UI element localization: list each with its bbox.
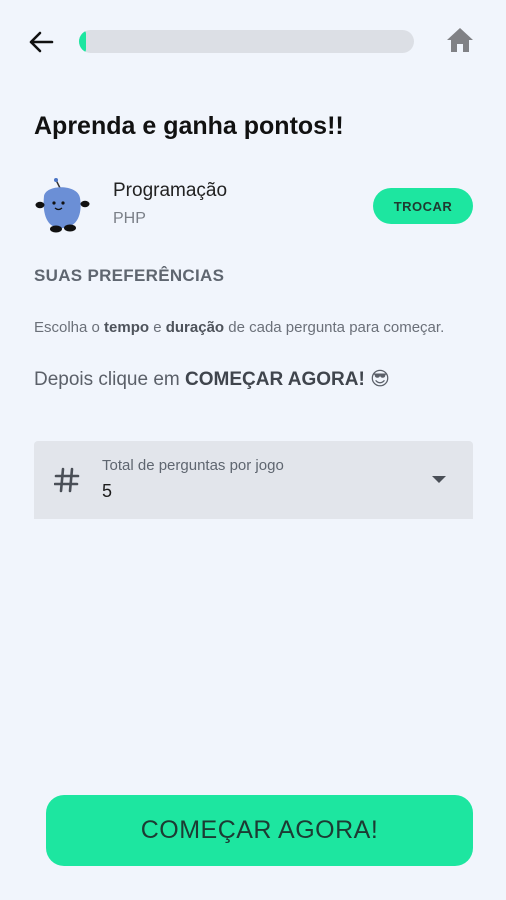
subtopic-name: PHP — [113, 210, 146, 227]
start-now-button[interactable]: COMEÇAR AGORA! — [46, 795, 473, 866]
instruction-bold: COMEÇAR AGORA! — [185, 369, 365, 390]
arrow-left-icon — [29, 31, 54, 53]
page-title: Aprenda e ganha pontos!! — [34, 112, 344, 140]
desc-text: de cada pergunta para começar. — [224, 319, 445, 336]
home-button[interactable] — [444, 24, 476, 56]
hash-icon — [54, 467, 80, 493]
preferences-description: Escolha o tempo e duração de cada pergun… — [34, 316, 454, 340]
topic-row: Programação PHP TROCAR — [34, 172, 474, 236]
change-topic-button[interactable]: TROCAR — [373, 188, 473, 224]
desc-bold-duracao: duração — [165, 319, 225, 336]
back-button[interactable] — [24, 26, 58, 58]
desc-text: e — [149, 319, 166, 336]
preferences-heading: SUAS PREFERÊNCIAS — [34, 266, 225, 285]
desc-text: Escolha o — [34, 319, 105, 336]
chevron-down-icon[interactable] — [432, 476, 446, 483]
blue-blob-mascot-icon — [35, 178, 90, 233]
select-value: 5 — [102, 481, 113, 501]
select-label: Total de perguntas por jogo — [102, 457, 284, 474]
top-bar — [0, 0, 506, 84]
sunglasses-emoji-icon: 😎 — [370, 369, 390, 390]
progress-bar — [79, 30, 414, 53]
home-icon — [447, 28, 473, 52]
instruction-text: Depois clique em — [34, 369, 186, 390]
topic-name: Programação — [113, 180, 228, 201]
questions-count-select[interactable]: Total de perguntas por jogo 5 — [34, 441, 473, 519]
preferences-instruction: Depois clique em COMEÇAR AGORA! 😎 — [34, 368, 454, 391]
desc-bold-tempo: tempo — [104, 319, 150, 336]
progress-fill — [79, 30, 86, 53]
